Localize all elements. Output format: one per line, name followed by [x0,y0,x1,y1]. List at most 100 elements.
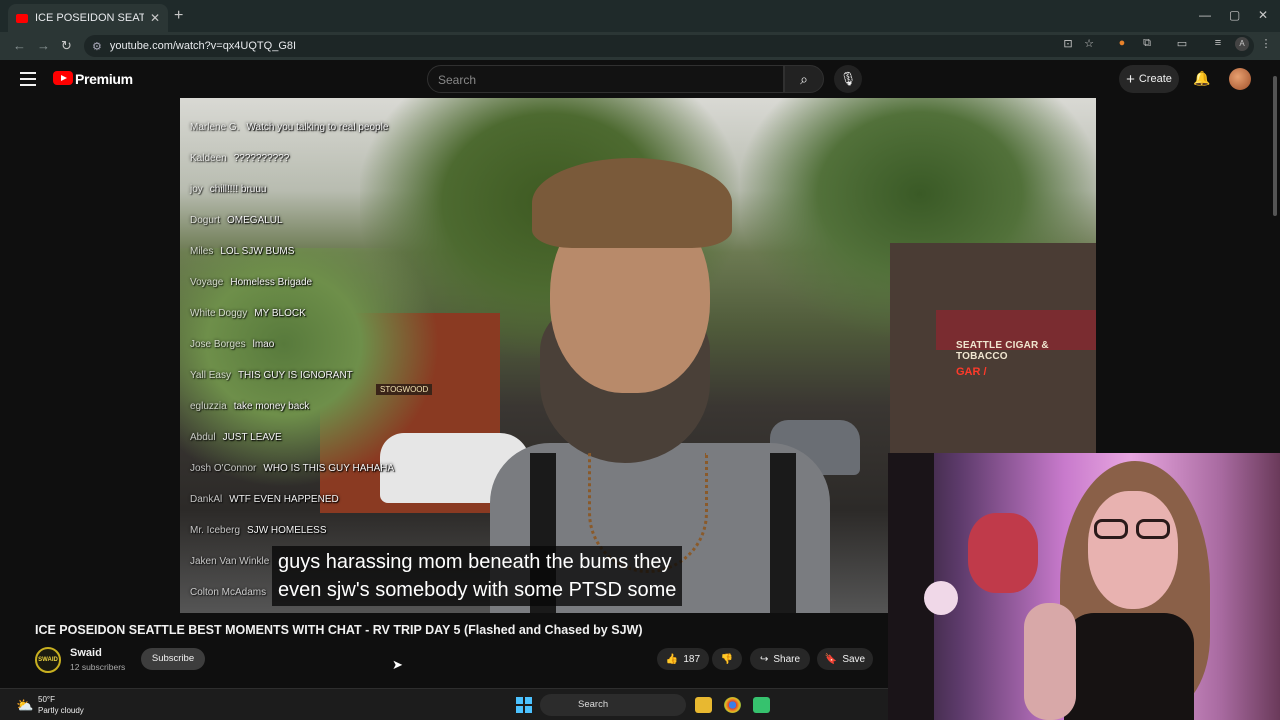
voice-search-button[interactable]: 🎙 [834,65,862,93]
save-button[interactable]: 🔖 Save [817,648,873,670]
menu-hamburger-icon[interactable] [20,72,36,86]
chat-text: MY BLOCK [254,308,306,319]
minimize-button[interactable]: — [1199,8,1211,22]
chat-username: Voyage [190,277,224,288]
chat-message: Josh O'Connor WHO IS THIS GUY HAHAHA [190,463,394,474]
create-button[interactable]: + Create [1119,65,1179,93]
video-title: ICE POSEIDON SEATTLE BEST MOMENTS WITH C… [35,623,643,637]
browser-menu-icon[interactable]: ⋮ [1259,37,1273,51]
browser-tab[interactable]: ICE POSEIDON SEATTLE BEST M ✕ [8,4,168,32]
notifications-bell-icon[interactable]: 🔔 [1193,70,1210,87]
caption-line: guys harassing mom beneath the bums they [278,551,672,573]
sidepanel-icon[interactable]: ▭ [1175,37,1189,51]
tab-close-icon[interactable]: ✕ [150,11,160,25]
share-button[interactable]: ↪ Share [750,648,810,670]
chat-text: Watch you talking to real people [246,122,389,133]
reload-button[interactable]: ↻ [61,38,72,54]
chat-text: OMEGALUL [227,215,283,226]
windows-start-icon[interactable] [516,697,532,713]
chat-username: egluzzia [190,401,227,412]
back-button[interactable]: ← [13,38,26,53]
chat-username: joy [190,184,203,195]
media-controls-icon[interactable]: ≡ [1211,37,1225,51]
chat-message: egluzzia take money back [190,401,309,412]
chrome-icon[interactable] [724,697,741,713]
chat-username: Kaldeen [190,153,227,164]
chat-text: take money back [233,401,310,412]
weather-cloud-icon[interactable]: ⛅ [16,697,33,714]
chat-username: Yall Easy [190,370,231,381]
search-button[interactable]: ⌕ [784,65,824,93]
chat-username: Jaken Van Winkle [190,556,270,567]
channel-name[interactable]: Swaid [70,647,102,659]
chat-message: Colton McAdams [190,587,273,598]
browser-tab-strip: ICE POSEIDON SEATTLE BEST M ✕ + — ▢ ✕ [0,0,1280,32]
chat-text: WHO IS THIS GUY HAHAHA [263,463,395,474]
chat-message: White Doggy MY BLOCK [190,308,306,319]
install-app-icon[interactable]: ⊡ [1061,37,1075,51]
chat-username: Marlene G. [190,122,240,133]
chat-text: LOL SJW BUMS [220,246,295,257]
share-label: Share [773,653,801,665]
dislike-icon: 👎 [720,653,734,665]
youtube-masthead: Premium Search ⌕ 🎙 + Create 🔔 [0,60,1280,98]
create-label: Create [1138,73,1172,85]
taskbar-search-box[interactable]: Search [540,694,686,716]
like-count: 187 [683,653,701,665]
maximize-button[interactable]: ▢ [1229,8,1240,22]
chat-message: Kaldeen?????????? [190,153,289,164]
page-scrollbar-thumb[interactable] [1273,76,1277,216]
webcam-overlay [888,453,1280,720]
chat-message: Mr. Iceberg SJW HOMELESS [190,525,327,536]
chat-message: Abdul JUST LEAVE [190,432,282,443]
chat-message: Jaken Van Winkle [190,556,276,567]
chat-message: Voyage Homeless Brigade [190,277,312,288]
chat-text: JUST LEAVE [222,432,282,443]
mouse-cursor-icon: ➤ [392,657,403,672]
windows-taskbar: ⛅ 50°F Partly cloudy ⌕ Search [0,688,888,720]
chat-text: ?????????? [233,153,290,164]
scene-neon-sign: GAR / [956,366,987,378]
site-info-icon[interactable]: ⚙ [92,40,102,53]
extension-icon[interactable]: ● [1115,37,1129,51]
search-input[interactable]: Search [427,65,784,93]
file-explorer-icon[interactable] [695,697,712,713]
extensions-puzzle-icon[interactable]: ⧉ [1140,37,1154,51]
chat-username: Jose Borges [190,339,246,350]
mic-icon: 🎙 [839,71,857,86]
youtube-logo-icon[interactable] [53,71,73,85]
chat-message: Jose Borges lmao [190,339,274,350]
chat-message: Miles LOL SJW BUMS [190,246,294,257]
channel-avatar[interactable]: SWAID [35,647,61,673]
chat-message: Yall Easy THIS GUY IS IGNORANT [190,370,353,381]
profile-avatar-icon[interactable]: A [1235,37,1249,51]
new-tab-button[interactable]: + [174,7,183,25]
forward-button[interactable]: → [37,38,50,53]
chat-username: Colton McAdams [190,587,267,598]
account-avatar[interactable] [1229,68,1251,90]
chat-text: chill!!!! bruuu [209,184,267,195]
plus-icon: + [1126,70,1135,88]
weather-temperature[interactable]: 50°F [38,695,55,704]
bookmark-star-icon[interactable]: ☆ [1082,37,1096,51]
search-icon: ⌕ [800,71,808,87]
close-window-button[interactable]: ✕ [1258,8,1268,22]
chat-text: lmao [252,339,275,350]
address-bar[interactable]: ⚙ youtube.com/watch?v=qx4UQTQ_G8I [84,35,1254,57]
caption-line: even sjw's somebody with some PTSD some [278,579,677,601]
subscribe-button[interactable]: Subscribe [141,648,205,670]
save-icon: 🔖 [824,653,838,665]
app-icon[interactable] [753,697,770,713]
url-text: youtube.com/watch?v=qx4UQTQ_G8I [109,40,297,52]
chat-username: DankAl [190,494,223,505]
subscriber-count: 12 subscribers [70,662,126,672]
chat-message: Dogurt OMEGALUL [190,215,283,226]
save-label: Save [842,653,866,665]
chat-text: SJW HOMELESS [247,525,327,536]
like-button[interactable]: 👍 187 [657,648,709,670]
chat-username: White Doggy [190,308,248,319]
weather-description[interactable]: Partly cloudy [38,706,84,715]
youtube-brand-label[interactable]: Premium [75,71,133,87]
dislike-button[interactable]: 👎 [712,648,742,670]
chat-text: Homeless Brigade [230,277,313,288]
